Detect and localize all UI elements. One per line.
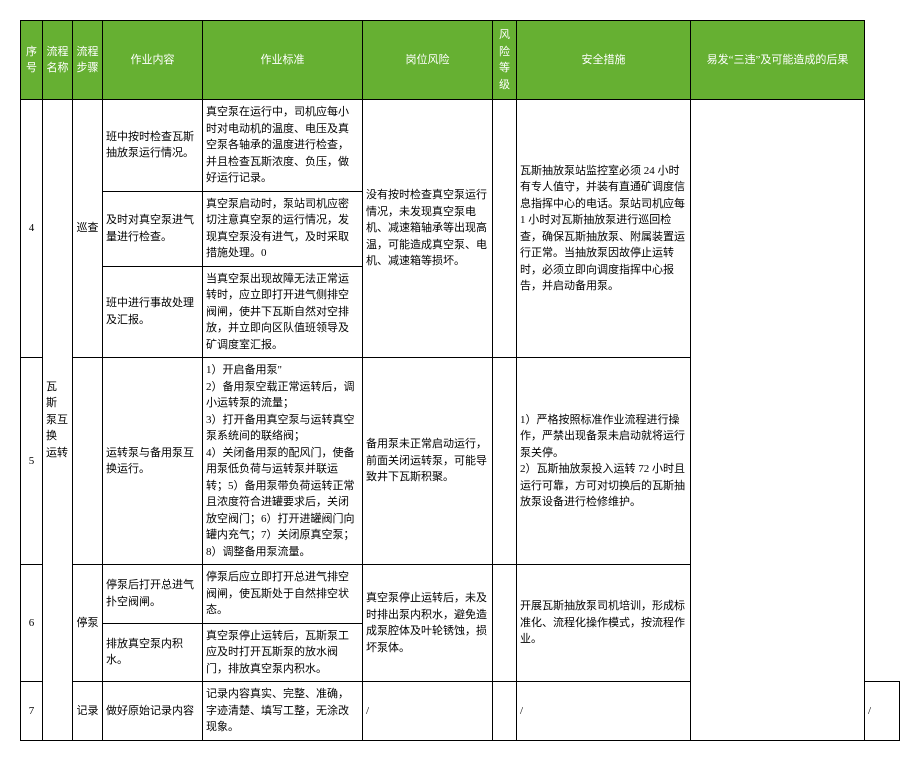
col-std: 作业标准	[203, 21, 363, 100]
col-seq: 序号	[21, 21, 43, 100]
lvl-cell	[493, 100, 517, 358]
col-lvl: 风险等级	[493, 21, 517, 100]
risk-cell: /	[363, 682, 493, 741]
safe-cell: 开展瓦斯抽放泵司机培训，形成标准化、流程化操作模式，按流程作业。	[517, 565, 691, 682]
seq-cell: 5	[21, 358, 43, 565]
col-work: 作业内容	[103, 21, 203, 100]
seq-cell: 4	[21, 100, 43, 358]
col-cons: 易发“三违”及可能造成的后果	[691, 21, 865, 100]
work-cell: 停泵后打开总进气扑空阀闸。	[103, 565, 203, 624]
cons-cell	[691, 100, 865, 741]
cons-cell: /	[865, 682, 900, 741]
std-cell: 停泵后应立即打开总进气排空阀闸，使瓦斯处于自然排空状态。	[203, 565, 363, 624]
name-cell: 瓦 斯 泵互 换 运转	[43, 100, 73, 741]
header-row: 序号 流程名称 流程步骤 作业内容 作业标准 岗位风险 风险等级 安全措施 易发…	[21, 21, 900, 100]
procedure-table: 序号 流程名称 流程步骤 作业内容 作业标准 岗位风险 风险等级 安全措施 易发…	[20, 20, 900, 741]
std-cell: 真空泵启动时，泵站司机应密切注意真空泵的运行情况，发现真空泵没有进气，及时采取措…	[203, 191, 363, 266]
lvl-cell	[493, 682, 517, 741]
safe-cell: 1）严格按照标准作业流程进行操作，严禁出现备泵未启动就将运行泵关停。 2）瓦斯抽…	[517, 358, 691, 565]
std-cell: 真空泵停止运转后，瓦斯泵工应及时打开瓦斯泵的放水阀门，排放真空泵内积水。	[203, 623, 363, 682]
work-cell: 运转泵与备用泵互换运行。	[103, 358, 203, 565]
work-cell: 及时对真空泵进气量进行检查。	[103, 191, 203, 266]
work-cell: 做好原始记录内容	[103, 682, 203, 741]
std-cell: 当真空泵出现故障无法正常运转时，应立即打开进气侧排空阀闸，使井下瓦斯自然对空排放…	[203, 266, 363, 358]
risk-cell: 备用泵未正常启动运行，前面关闭运转泵，可能导致井下瓦斯积聚。	[363, 358, 493, 565]
safe-cell: 瓦斯抽放泵站监控室必须 24 小时有专人值守，并装有直通矿调度信息指挥中心的电话…	[517, 100, 691, 358]
work-cell: 班中按时检查瓦斯抽放泵运行情况。	[103, 100, 203, 192]
seq-cell: 6	[21, 565, 43, 682]
col-safe: 安全措施	[517, 21, 691, 100]
lvl-cell	[493, 358, 517, 565]
risk-cell: 没有按时检查真空泵运行情况，未发现真空泵电机、减速箱轴承等出现高温，可能造成真空…	[363, 100, 493, 358]
std-cell: 1）开启备用泵" 2）备用泵空载正常运转后，调小运转泵的流量； 3）打开备用真空…	[203, 358, 363, 565]
risk-cell: 真空泵停止运转后，未及时排出泵内积水，避免造成泵腔体及叶轮锈蚀，损坏泵体。	[363, 565, 493, 682]
work-cell: 班中进行事故处理及汇报。	[103, 266, 203, 358]
step-cell: 巡查	[73, 100, 103, 358]
lvl-cell	[493, 565, 517, 682]
col-risk: 岗位风险	[363, 21, 493, 100]
table-row: 4 瓦 斯 泵互 换 运转 巡查 班中按时检查瓦斯抽放泵运行情况。 真空泵在运行…	[21, 100, 900, 192]
step-cell	[73, 358, 103, 565]
std-cell: 真空泵在运行中，司机应每小时对电动机的温度、电压及真空泵各轴承的温度进行检查，并…	[203, 100, 363, 192]
work-cell: 排放真空泵内积水。	[103, 623, 203, 682]
safe-cell: /	[517, 682, 691, 741]
step-cell: 记录	[73, 682, 103, 741]
std-cell: 记录内容真实、完整、准确，字迹清楚、填写工整，无涂改现象。	[203, 682, 363, 741]
seq-cell: 7	[21, 682, 43, 741]
col-name: 流程名称	[43, 21, 73, 100]
col-step: 流程步骤	[73, 21, 103, 100]
step-cell: 停泵	[73, 565, 103, 682]
